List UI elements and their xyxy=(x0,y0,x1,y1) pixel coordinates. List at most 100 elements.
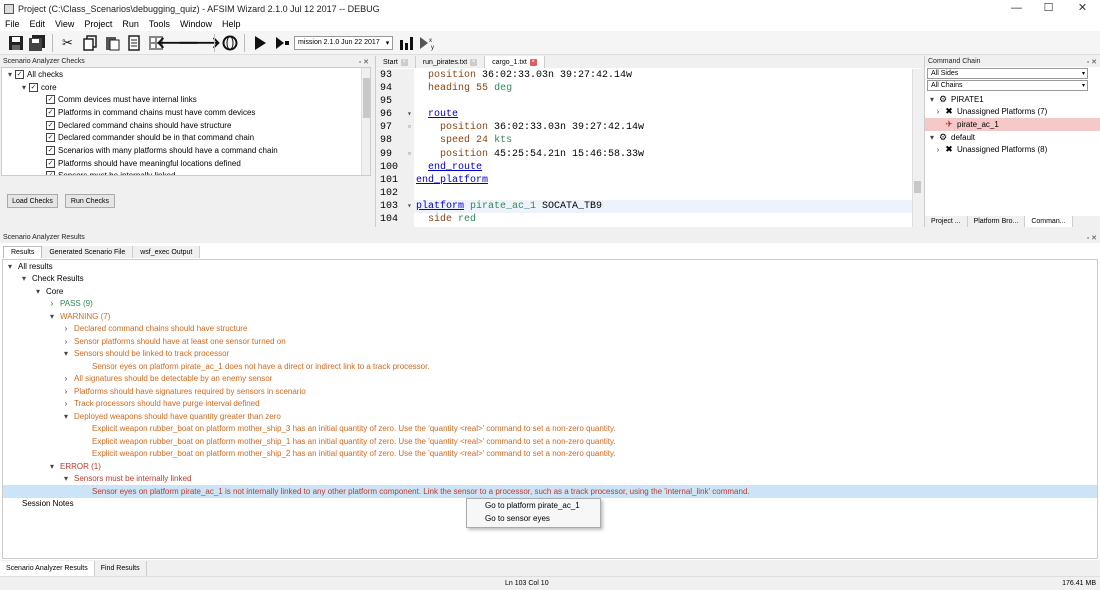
goto-platform-menu-item[interactable]: Go to platform pirate_ac_1 xyxy=(467,499,600,512)
result-row[interactable]: › Track processors should have purge inte… xyxy=(3,398,1097,411)
command-chain-item[interactable]: ▾ ⚙ default xyxy=(925,131,1100,144)
result-row[interactable]: › All signatures should be detectable by … xyxy=(3,373,1097,386)
save-all-icon[interactable] xyxy=(28,33,47,52)
tab-results[interactable]: Results xyxy=(3,246,43,258)
document-icon[interactable] xyxy=(124,33,143,52)
check-item[interactable]: ✓ Sensors must be internally linked xyxy=(2,170,370,175)
save-icon[interactable] xyxy=(6,33,25,52)
run-step-icon[interactable] xyxy=(272,33,291,52)
panel-controls[interactable]: ▫ ✕ xyxy=(1087,58,1097,66)
check-item[interactable]: ▾ ✓ core xyxy=(2,81,370,94)
code-line[interactable] xyxy=(414,95,912,108)
panel-controls[interactable]: ▫ ✕ xyxy=(359,58,369,66)
editor-tab[interactable]: cargo_1.txt × xyxy=(485,56,545,68)
chevron-down-icon[interactable]: ▾ xyxy=(927,95,937,104)
editor-scrollbar[interactable] xyxy=(912,69,921,227)
forward-arrow-icon[interactable]: 🡒 xyxy=(178,33,221,52)
chevron-down-icon[interactable]: ▾ xyxy=(61,412,71,421)
chevron-right-icon[interactable]: › xyxy=(61,337,71,346)
load-checks-button[interactable]: Load Checks xyxy=(7,194,58,208)
mission-version-select[interactable]: mission 2.1.0 Jun 22 2017 ▾ xyxy=(294,35,394,50)
tab-command-chain[interactable]: Comman... xyxy=(1025,216,1073,227)
chevron-down-icon[interactable]: ▾ xyxy=(5,262,15,271)
cut-icon[interactable]: ✂ xyxy=(58,33,77,52)
check-checkbox[interactable]: ✓ xyxy=(46,158,55,168)
code-line[interactable]: route xyxy=(414,108,912,121)
close-icon[interactable]: × xyxy=(470,58,478,66)
panel-controls[interactable]: ▫ ✕ xyxy=(1087,234,1097,242)
check-item[interactable]: ✓ Declared commander should be in that co… xyxy=(2,131,370,144)
result-row[interactable]: ▾ Check Results xyxy=(3,273,1097,286)
result-row[interactable]: Explicit weapon rubber_boat on platform … xyxy=(3,435,1097,448)
run-checks-button[interactable]: Run Checks xyxy=(65,194,115,208)
command-chain-item[interactable]: › ✖ Unassigned Platforms (8) xyxy=(925,143,1100,156)
result-row[interactable]: ▾ Deployed weapons should have quantity g… xyxy=(3,410,1097,423)
code-line[interactable]: heading 55 deg xyxy=(414,82,912,95)
sides-select[interactable]: All Sides ▾ xyxy=(927,68,1088,79)
copy-icon[interactable] xyxy=(80,33,99,52)
check-item[interactable]: ✓ Platforms should have meaningful locati… xyxy=(2,157,370,170)
maximize-button[interactable]: ☐ xyxy=(1032,0,1065,17)
fold-marker-icon[interactable]: ▾ xyxy=(407,200,412,213)
menu-view[interactable]: View xyxy=(50,19,79,29)
fold-marker-icon[interactable]: ▾ xyxy=(407,108,412,121)
check-item[interactable]: ✓ Comm devices must have internal links xyxy=(2,93,370,106)
code-line[interactable]: position 36:02:33.03n 39:27:42.14w xyxy=(414,69,912,82)
code-line[interactable]: side red xyxy=(414,213,912,226)
chevron-down-icon[interactable]: ▾ xyxy=(5,70,15,79)
check-checkbox[interactable]: ✓ xyxy=(15,69,24,79)
result-row[interactable]: › Platforms should have signatures requir… xyxy=(3,385,1097,398)
code-line[interactable]: position 45:25:54.21n 15:46:58.33w xyxy=(414,148,912,161)
result-row[interactable]: ▾ All results xyxy=(3,260,1097,273)
chevron-down-icon[interactable]: ▾ xyxy=(61,349,71,358)
check-checkbox[interactable]: ✓ xyxy=(46,107,55,117)
fold-marker-icon[interactable]: ▫ xyxy=(407,148,412,161)
code-line[interactable] xyxy=(414,187,912,200)
chevron-down-icon[interactable]: ▾ xyxy=(927,133,937,142)
chevron-right-icon[interactable]: › xyxy=(933,145,943,154)
close-icon[interactable]: × xyxy=(400,58,408,66)
command-chain-item[interactable]: ▾ ⚙ PIRATE1 xyxy=(925,93,1100,106)
tab-generated-scenario[interactable]: Generated Scenario File xyxy=(42,246,134,258)
check-item[interactable]: ✓ Declared command chains should have str… xyxy=(2,119,370,132)
chevron-right-icon[interactable]: › xyxy=(933,107,943,116)
chevron-down-icon[interactable]: ▾ xyxy=(19,83,29,92)
check-checkbox[interactable]: ✓ xyxy=(46,145,55,155)
checks-scrollbar[interactable] xyxy=(361,68,370,175)
menu-tools[interactable]: Tools xyxy=(144,19,175,29)
fold-marker-icon[interactable]: ▫ xyxy=(407,121,412,134)
result-row[interactable]: Explicit weapon rubber_boat on platform … xyxy=(3,423,1097,436)
result-row[interactable]: Explicit weapon rubber_boat on platform … xyxy=(3,448,1097,461)
chevron-right-icon[interactable]: › xyxy=(47,299,57,308)
result-row[interactable]: › Declared command chains should have str… xyxy=(3,323,1097,336)
code-line[interactable]: end_platform xyxy=(414,174,912,187)
result-row[interactable]: Sensor eyes on platform pirate_ac_1 does… xyxy=(3,360,1097,373)
chevron-right-icon[interactable]: › xyxy=(61,399,71,408)
result-row[interactable]: ▾ Core xyxy=(3,285,1097,298)
goto-sensor-menu-item[interactable]: Go to sensor eyes xyxy=(467,512,600,525)
result-row[interactable]: ▾ WARNING (7) xyxy=(3,310,1097,323)
tab-find-results[interactable]: Find Results xyxy=(95,561,147,576)
code-line[interactable]: position 36:02:33.03n 39:27:42.14w xyxy=(414,121,912,134)
check-item[interactable]: ✓ Scenarios with many platforms should ha… xyxy=(2,144,370,157)
chevron-down-icon[interactable]: ▾ xyxy=(33,287,43,296)
editor-tab[interactable]: Start × xyxy=(376,56,416,68)
chevron-down-icon[interactable]: ▾ xyxy=(47,462,57,471)
code-line[interactable]: speed 24 kts xyxy=(414,134,912,147)
chevron-down-icon[interactable]: ▾ xyxy=(61,474,71,483)
tab-project[interactable]: Project ... xyxy=(925,216,968,227)
result-row[interactable]: › PASS (9) xyxy=(3,298,1097,311)
chevron-down-icon[interactable]: ▾ xyxy=(47,312,57,321)
chains-select[interactable]: All Chains ▾ xyxy=(927,80,1088,91)
menu-help[interactable]: Help xyxy=(217,19,246,29)
command-chain-item[interactable]: ✈ pirate_ac_1 xyxy=(925,118,1100,131)
check-checkbox[interactable]: ✓ xyxy=(46,171,55,175)
run-icon[interactable] xyxy=(250,33,269,52)
result-row[interactable]: ▾ Sensors should be linked to track proce… xyxy=(3,348,1097,361)
tab-platform-browser[interactable]: Platform Bro... xyxy=(968,216,1026,227)
bar-chart-icon[interactable] xyxy=(396,33,415,52)
command-chain-item[interactable]: › ✖ Unassigned Platforms (7) xyxy=(925,106,1100,119)
check-checkbox[interactable]: ✓ xyxy=(29,82,38,92)
chevron-right-icon[interactable]: › xyxy=(61,387,71,396)
chevron-down-icon[interactable]: ▾ xyxy=(19,274,29,283)
